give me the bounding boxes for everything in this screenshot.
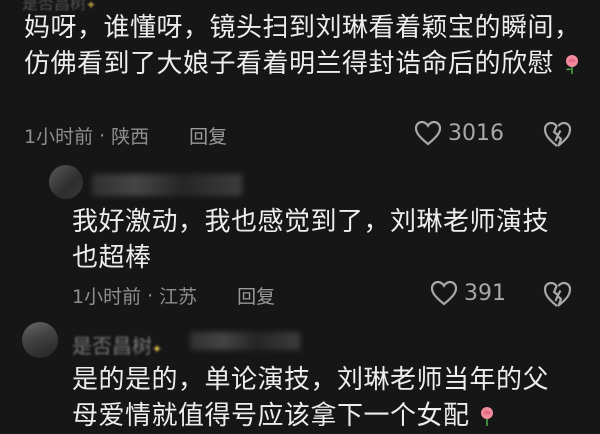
broken-heart-icon[interactable] <box>542 119 572 149</box>
heart-outline-icon <box>430 280 458 306</box>
sparkle-icon: ✦ <box>152 342 163 356</box>
broken-heart-icon[interactable] <box>542 279 572 309</box>
reply-text: 我好激动，我也感觉到了，刘琳老师演技也超棒 <box>72 207 550 273</box>
like-count: 391 <box>464 280 506 306</box>
comment-text: 妈呀，谁懂呀，镜头扫到刘琳看着颖宝的瞬间，仿佛看到了大娘子看着明兰得封诰命后的欣… <box>24 13 581 79</box>
reply-button[interactable]: 回复 <box>237 282 275 309</box>
comment-meta: 1小时前 · 陕西 回复 <box>24 122 227 149</box>
like-count: 3016 <box>448 120 504 146</box>
reply-meta: 1小时前 · 江苏 回复 <box>72 282 275 309</box>
reply-button[interactable]: 回复 <box>189 122 227 149</box>
like-button[interactable]: 391 <box>430 280 506 306</box>
avatar[interactable] <box>22 322 58 358</box>
reply-text: 是的是的，单论演技，刘琳老师当年的父母爱情就值得号应该拿下一个女配 <box>72 365 550 431</box>
reply-username-partial[interactable]: 是否昌树✦ <box>72 330 162 359</box>
rose-emoji-icon <box>481 406 494 426</box>
reply-username-blurred[interactable] <box>92 174 242 196</box>
heart-outline-icon <box>414 120 442 146</box>
rose-emoji-icon <box>565 54 578 74</box>
like-button[interactable]: 3016 <box>414 120 504 146</box>
username-blur-overlay <box>190 332 300 350</box>
avatar[interactable] <box>49 165 83 199</box>
